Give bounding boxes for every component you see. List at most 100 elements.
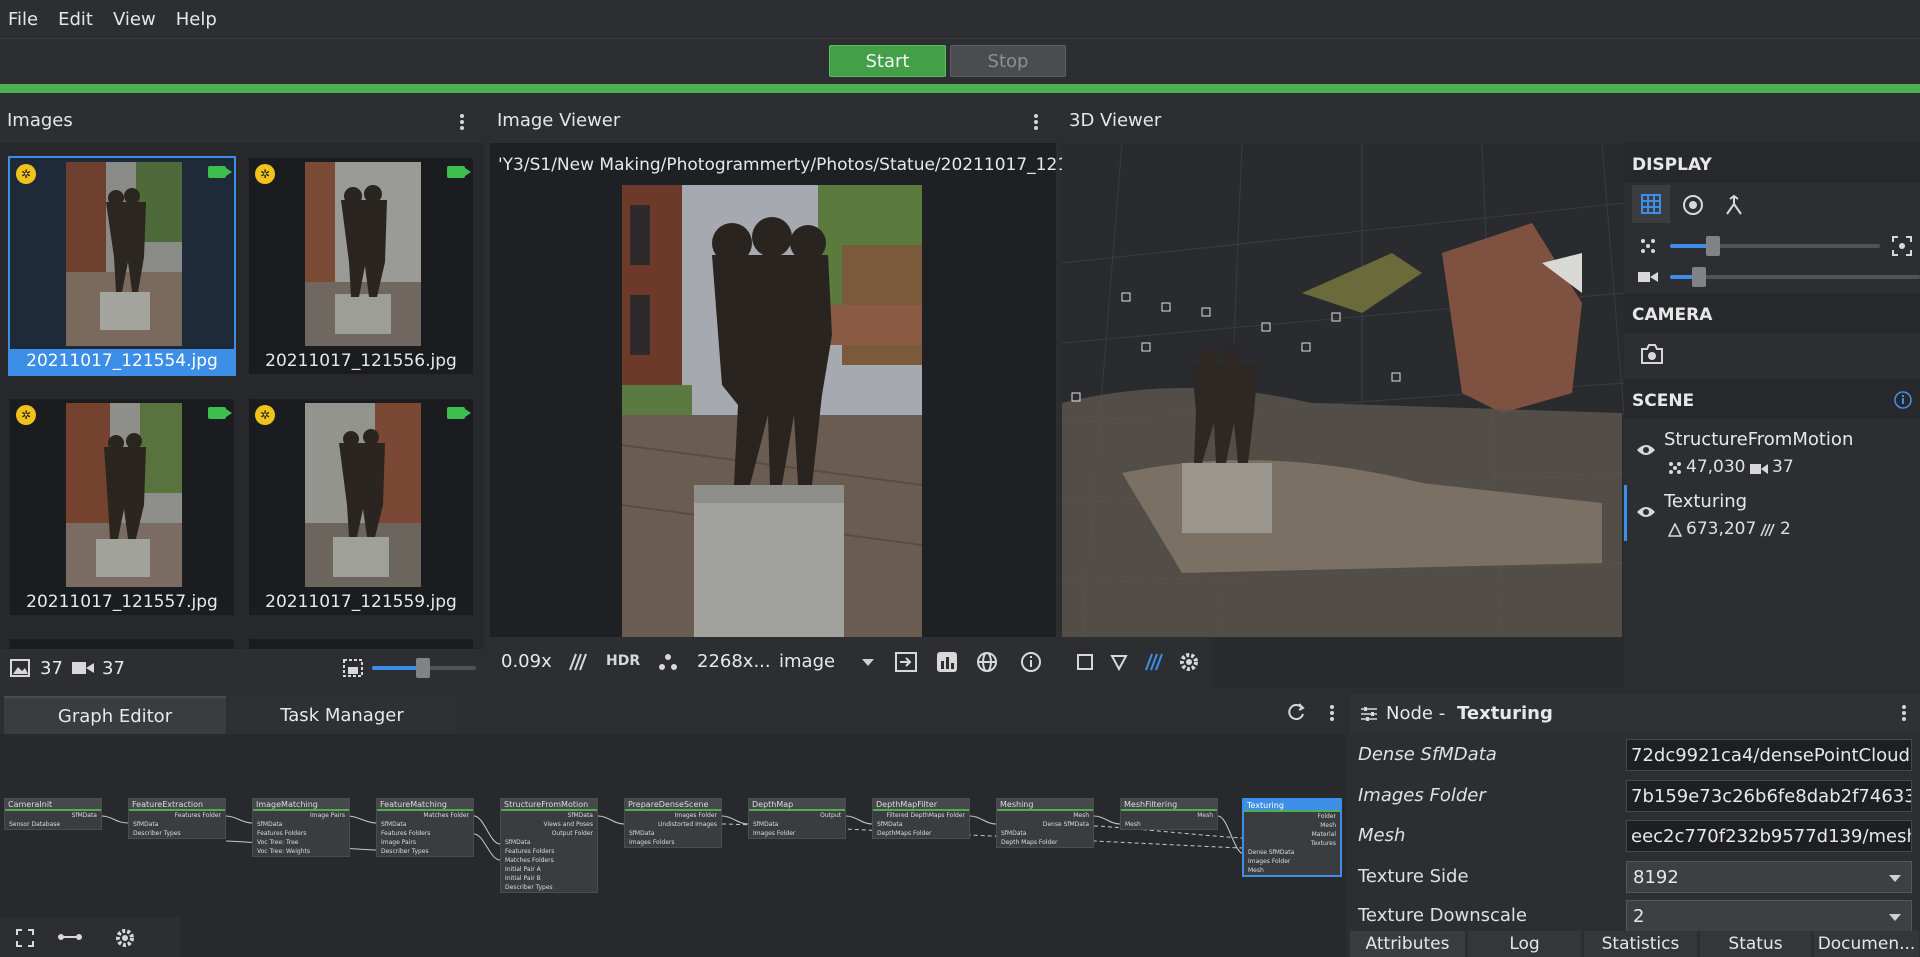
node-port[interactable]: Images Folders xyxy=(625,838,721,847)
graph-node-featurematching[interactable]: FeatureMatching Matches Folder SfMData F… xyxy=(376,798,474,857)
node-port[interactable]: Folder xyxy=(1244,812,1340,821)
node-port[interactable]: SfMData xyxy=(377,820,473,829)
graph-node-meshfiltering[interactable]: MeshFiltering Mesh Mesh xyxy=(1120,798,1218,830)
node-port[interactable]: Image Pairs xyxy=(377,838,473,847)
tab-attributes[interactable]: Attributes xyxy=(1350,931,1466,957)
stop-button[interactable]: Stop xyxy=(950,45,1066,77)
fit-icon[interactable] xyxy=(895,652,917,672)
node-port[interactable]: SfMData xyxy=(873,820,969,829)
texture-downscale-select[interactable]: 2 xyxy=(1626,900,1912,931)
fit-view-icon[interactable] xyxy=(1892,236,1912,256)
menu-view[interactable]: View xyxy=(113,9,156,30)
node-port[interactable]: Voc Tree: Tree xyxy=(253,838,349,847)
attribute-value-field[interactable]: 7b159e73c26b6fe8dab2f74633be6 xyxy=(1626,780,1912,812)
node-port[interactable]: Features Folders xyxy=(501,847,597,856)
node-port[interactable]: Sensor Database xyxy=(5,820,101,829)
image-thumbnail[interactable]: ✲ 20211017_121554.jpg xyxy=(8,156,236,376)
node-port[interactable]: Matches Folder xyxy=(377,811,473,820)
node-port[interactable]: Mesh xyxy=(1121,811,1217,820)
node-port[interactable]: SfMData xyxy=(625,829,721,838)
shading-icon[interactable] xyxy=(1110,653,1128,671)
eye-icon[interactable] xyxy=(1636,505,1656,519)
scene-item-texturing[interactable]: Texturing 673,207 2 xyxy=(1624,485,1920,545)
point-size-slider[interactable] xyxy=(1670,236,1880,256)
hatch-toggle-icon[interactable] xyxy=(568,652,588,672)
hdr-toggle[interactable]: HDR xyxy=(606,653,640,669)
node-port[interactable]: Features Folder xyxy=(129,811,225,820)
menu-edit[interactable]: Edit xyxy=(58,9,93,30)
image-thumbnail[interactable]: ✲ 20211017_121557.jpg xyxy=(10,399,234,615)
node-port[interactable]: Textures xyxy=(1244,839,1340,848)
node-port[interactable]: Mesh xyxy=(1121,820,1217,829)
viewer-photo[interactable] xyxy=(622,185,922,645)
bounding-box-icon[interactable] xyxy=(1076,653,1094,671)
graph-node-imagematching[interactable]: ImageMatching Image Pairs SfMData Featur… xyxy=(252,798,350,857)
tab-log[interactable]: Log xyxy=(1468,931,1582,957)
node-port[interactable]: Describer Types xyxy=(129,829,225,838)
tab-status[interactable]: Status xyxy=(1700,931,1812,957)
images-menu-icon[interactable] xyxy=(459,112,465,132)
3d-viewport[interactable] xyxy=(1062,143,1624,637)
gear-icon[interactable] xyxy=(1178,651,1200,673)
graph-node-depthmap[interactable]: DepthMap Output SfMData Images Folder xyxy=(748,798,846,839)
node-port[interactable]: SfMData xyxy=(129,820,225,829)
graph-node-featureextraction[interactable]: FeatureExtraction Features Folder SfMDat… xyxy=(128,798,226,839)
start-button[interactable]: Start xyxy=(829,45,946,77)
texture-icon[interactable] xyxy=(1144,652,1164,672)
node-port[interactable]: Views and Poses xyxy=(501,820,597,829)
tab-statistics[interactable]: Statistics xyxy=(1584,931,1698,957)
screenshot-camera-icon[interactable] xyxy=(1640,343,1664,365)
globe-icon[interactable] xyxy=(976,651,998,673)
node-port[interactable]: Image Pairs xyxy=(253,811,349,820)
graph-node-texturing[interactable]: Texturing Folder Mesh Material Textures … xyxy=(1242,798,1342,877)
node-port[interactable]: Mesh xyxy=(997,811,1093,820)
texture-side-select[interactable]: 8192 xyxy=(1626,861,1912,893)
menu-help[interactable]: Help xyxy=(176,9,217,30)
chevron-down-icon[interactable] xyxy=(862,659,874,666)
node-port[interactable]: Mesh xyxy=(1244,821,1340,830)
target-icon[interactable] xyxy=(1682,194,1704,216)
menu-file[interactable]: File xyxy=(8,9,38,30)
node-port[interactable]: Describer Types xyxy=(377,847,473,856)
graph-node-camerainit[interactable]: CameraInit SfMData Sensor Database xyxy=(4,798,102,830)
node-port[interactable]: SfMData xyxy=(997,829,1093,838)
axis-icon[interactable] xyxy=(1724,194,1744,216)
node-port[interactable]: SfMData xyxy=(5,811,101,820)
node-port[interactable]: Undistorted Images xyxy=(625,820,721,829)
thumbnail-size-slider[interactable] xyxy=(372,658,476,678)
node-port[interactable]: Images Folder xyxy=(1244,857,1340,866)
node-port[interactable]: SfMData xyxy=(253,820,349,829)
image-thumbnail[interactable]: ✲ 20211017_121559.jpg xyxy=(249,399,473,615)
image-thumbnail[interactable]: ✲ 20211017_121556.jpg xyxy=(249,158,473,374)
node-port[interactable]: Initial Pair B xyxy=(501,874,597,883)
node-port[interactable]: Matches Folders xyxy=(501,856,597,865)
node-port[interactable]: Output xyxy=(749,811,845,820)
node-port[interactable]: SfMData xyxy=(749,820,845,829)
tab-documentation[interactable]: Documen... xyxy=(1814,931,1920,957)
node-port[interactable]: Depth Maps Folder xyxy=(997,838,1093,847)
graph-node-meshing[interactable]: Meshing Mesh Dense SfMData SfMData Depth… xyxy=(996,798,1094,848)
graph-node-structurefrommotion[interactable]: StructureFromMotion SfMData Views and Po… xyxy=(500,798,598,893)
node-port[interactable]: SfMData xyxy=(501,838,597,847)
node-port[interactable]: Features Folders xyxy=(253,829,349,838)
edges-icon[interactable] xyxy=(58,931,82,943)
node-port[interactable]: Mesh xyxy=(1244,866,1340,875)
node-port[interactable]: Material xyxy=(1244,830,1340,839)
node-menu-icon[interactable] xyxy=(1901,703,1907,723)
graph-node-preparedensescene[interactable]: PrepareDenseScene Images Folder Undistor… xyxy=(624,798,722,848)
histogram-icon[interactable] xyxy=(936,651,958,673)
fit-graph-icon[interactable] xyxy=(16,929,34,947)
node-port[interactable]: Initial Pair A xyxy=(501,865,597,874)
grid-toggle[interactable] xyxy=(1632,185,1670,223)
info-icon[interactable] xyxy=(1020,651,1042,673)
node-port[interactable]: Filtered DepthMaps Folder xyxy=(873,811,969,820)
node-port[interactable]: Describer Types xyxy=(501,883,597,892)
gear-icon[interactable] xyxy=(114,927,136,949)
node-port[interactable]: SfMData xyxy=(501,811,597,820)
display-mode-select[interactable]: image xyxy=(779,651,835,672)
node-port[interactable]: DepthMaps Folder xyxy=(873,829,969,838)
node-port[interactable]: Images Folder xyxy=(749,829,845,838)
node-port[interactable]: Voc Tree: Weights xyxy=(253,847,349,856)
attribute-value-field[interactable]: eec2c770f232b9577d139/mesh.obj xyxy=(1626,820,1912,852)
features-toggle-icon[interactable] xyxy=(658,652,678,672)
